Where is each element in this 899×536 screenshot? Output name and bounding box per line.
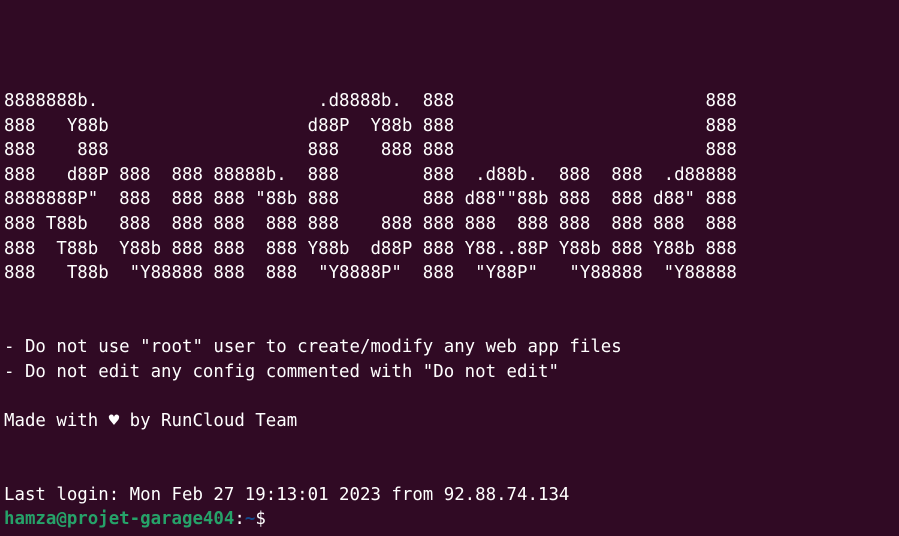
credit-line: Made with ♥ by RunCloud Team	[4, 410, 298, 431]
banner-line-2: 888 Y88b d88P Y88b 888 888	[4, 115, 737, 136]
prompt-separator: :	[234, 509, 245, 530]
banner-line-5: 8888888P" 888 888 888 "88b 888 888 d88""…	[4, 189, 737, 210]
banner-line-6: 888 T88b 888 888 888 888 888 888 888 888…	[4, 213, 737, 234]
notice-line-2: - Do not edit any config commented with …	[4, 361, 559, 382]
prompt-symbol: $	[255, 509, 266, 530]
prompt-path: ~	[244, 509, 256, 530]
banner-line-7: 888 T88b Y88b 888 888 888 Y88b d88P 888 …	[4, 238, 737, 259]
banner-line-8: 888 T88b "Y88888 888 888 "Y8888P" 888 "Y…	[4, 263, 737, 284]
banner-line-1: 8888888b. .d8888b. 888 888	[4, 91, 737, 111]
banner-line-3: 888 888 888 888 888 888	[4, 140, 737, 161]
last-login-line: Last login: Mon Feb 27 19:13:01 2023 fro…	[4, 484, 570, 505]
terminal-window[interactable]: 8888888b. .d8888b. 888 888 888 Y88b d88P…	[0, 0, 899, 536]
prompt-user-host: hamza@projet-garage404	[4, 509, 235, 530]
banner-line-4: 888 d88P 888 888 88888b. 888 888 .d88b. …	[4, 164, 737, 185]
notice-line-1: - Do not use "root" user to create/modif…	[4, 336, 622, 357]
command-prompt[interactable]: hamza@projet-garage404:~$	[4, 507, 899, 532]
